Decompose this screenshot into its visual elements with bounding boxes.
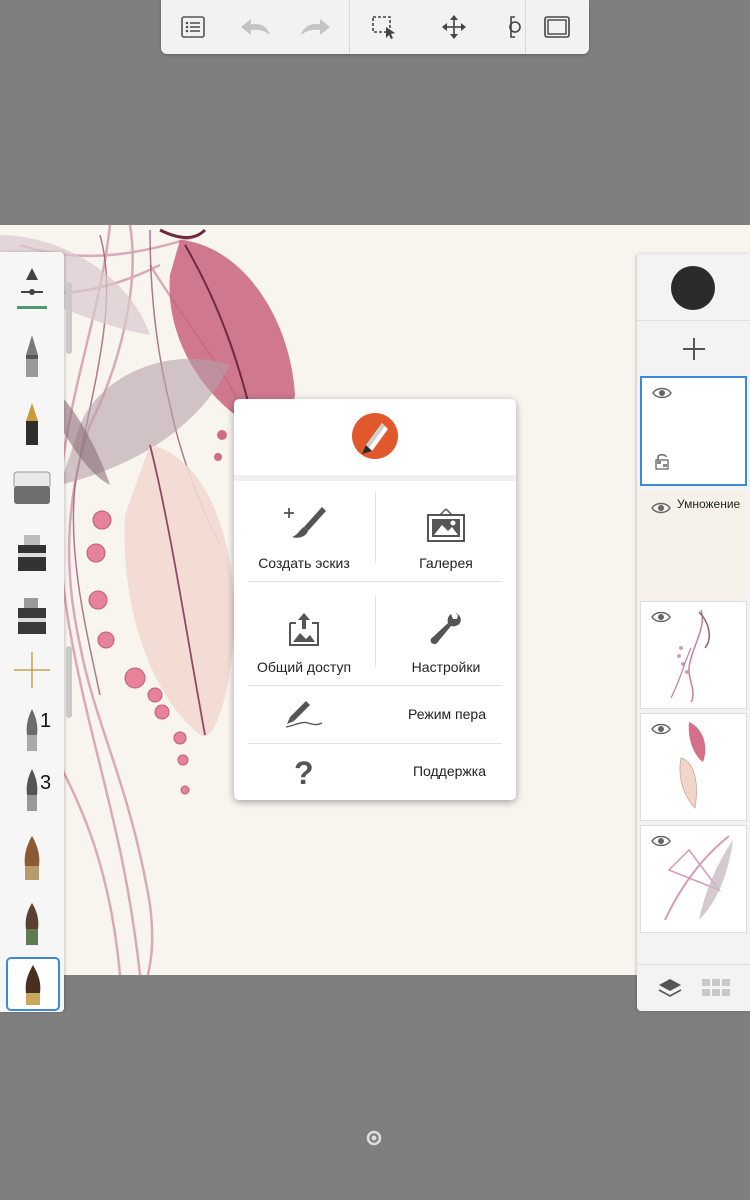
selection-icon[interactable] [364,8,404,46]
share-button[interactable]: Общий доступ [234,585,374,689]
support-label: Поддержка [412,763,486,779]
support-button[interactable]: ? Поддержка [234,744,516,800]
eye-icon[interactable] [651,501,671,515]
layer-item[interactable] [640,825,747,933]
move-icon[interactable] [434,8,474,46]
sable-brush-icon[interactable] [6,957,60,1011]
settings-button[interactable]: Настройки [376,585,516,689]
toolbar-divider [525,0,526,54]
palette-scrollbar[interactable] [66,282,72,354]
menu-header [234,399,516,481]
ink-pen-icon[interactable] [6,398,58,450]
grid-view-icon[interactable] [701,977,731,999]
new-sketch-brush-icon [284,507,326,538]
eraser-icon[interactable] [6,462,58,514]
layer-blend-mode[interactable]: Умножение [677,497,740,511]
palette-scrollbar[interactable] [66,646,72,718]
symmetry-icon[interactable] [501,8,521,46]
marker-icon[interactable] [6,527,58,579]
round-brush-icon[interactable] [6,832,58,884]
paint-marker-icon[interactable] [6,590,58,642]
layer-item[interactable] [640,601,747,709]
fullscreen-icon[interactable] [537,8,577,46]
wrench-icon [430,613,461,645]
brush-palette: 1 3 [0,252,64,1012]
layer-item[interactable] [640,713,747,821]
share-icon [289,613,319,646]
eye-icon[interactable] [652,386,672,400]
toolbar-divider [349,0,350,54]
brush-number-label: 1 [40,710,52,732]
layer-thumbnail [670,609,711,703]
redo-icon[interactable] [296,8,336,46]
pen-mode-label: Режим пера [408,706,486,722]
menu-divider [248,685,502,686]
create-sketch-label: Создать эскиз [258,555,350,571]
rotate-reset-icon[interactable] [365,1129,383,1147]
pen-mode-icon [285,701,323,728]
list-icon[interactable] [173,8,213,46]
settings-label: Настройки [411,659,481,675]
top-toolbar [161,0,589,54]
layer-item[interactable] [640,376,747,486]
gallery-icon [427,508,465,542]
airbrush-icon[interactable] [6,644,58,696]
undo-icon[interactable] [235,8,275,46]
gallery-button[interactable]: Галерея [376,481,516,585]
create-sketch-button[interactable]: Создать эскиз [234,481,374,585]
help-icon: ? [294,756,314,790]
add-layer-button[interactable] [637,320,750,377]
pencil-brush-icon[interactable] [6,330,58,382]
app-logo-icon [352,413,398,459]
svg-text:?: ? [294,756,314,790]
wet-brush-icon[interactable] [6,897,58,949]
plus-icon [682,338,705,360]
brush-properties-icon[interactable] [6,260,58,312]
pen-mode-button[interactable]: Режим пера [234,687,516,743]
layers-panel: Умножение [637,254,750,1011]
lock-icon[interactable] [654,452,670,470]
layer-thumbnail [664,835,733,921]
main-menu-popup: Создать эскиз Галерея Общий доступ Настр… [234,399,516,800]
menu-divider [248,581,502,582]
gallery-label: Галерея [419,555,473,571]
layers-icon[interactable] [657,977,683,999]
color-picker-swatch[interactable] [671,266,715,310]
brush-number-label: 3 [40,772,52,794]
eye-icon[interactable] [651,722,671,736]
layer-thumbnail [679,722,706,809]
layer-item[interactable]: Умножение [640,492,747,600]
share-label: Общий доступ [256,659,352,675]
layers-footer [637,964,750,1012]
